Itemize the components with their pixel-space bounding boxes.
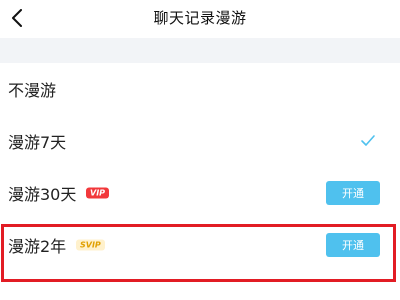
chat-roaming-screen: 聊天记录漫游 不漫游 漫游7天 漫游30天 VIP 开通 漫游2年 SVIP 开…: [0, 0, 400, 300]
option-label: 不漫游: [8, 81, 57, 100]
page-title: 聊天记录漫游: [153, 9, 247, 27]
option-no-roaming[interactable]: 不漫游: [0, 63, 400, 115]
checkmark-icon: [361, 135, 375, 146]
option-roaming-30-days[interactable]: 漫游30天 VIP 开通: [0, 167, 400, 219]
option-roaming-7-days[interactable]: 漫游7天: [0, 115, 400, 167]
activate-button[interactable]: 开通: [326, 233, 380, 257]
top-bar: 聊天记录漫游: [0, 0, 400, 38]
option-roaming-2-years[interactable]: 漫游2年 SVIP 开通: [0, 219, 400, 271]
option-label: 漫游7天: [8, 133, 67, 152]
option-label: 漫游2年: [8, 237, 67, 256]
option-label: 漫游30天: [8, 185, 77, 204]
vip-badge: VIP: [86, 187, 110, 199]
activate-button[interactable]: 开通: [326, 181, 380, 205]
section-divider: [0, 38, 400, 63]
svip-badge: SVIP: [76, 239, 105, 251]
roaming-options-list: 不漫游 漫游7天 漫游30天 VIP 开通 漫游2年 SVIP 开通: [0, 63, 400, 300]
